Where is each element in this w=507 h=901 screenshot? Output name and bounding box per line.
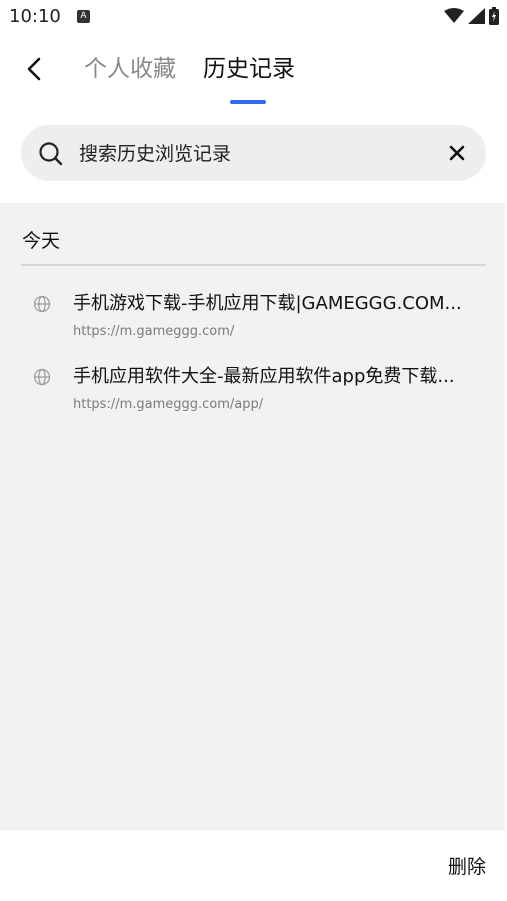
- status-icons: [444, 6, 499, 26]
- active-tab-indicator: [230, 100, 266, 104]
- status-bar: 10:10 A: [0, 0, 507, 34]
- section-divider: [21, 264, 486, 266]
- wifi-icon: [444, 8, 464, 23]
- battery-icon: [489, 7, 499, 25]
- close-icon: [449, 145, 465, 161]
- tab-history[interactable]: 历史记录: [203, 54, 295, 84]
- status-time: 10:10: [9, 6, 61, 27]
- back-arrow-icon: [27, 57, 41, 81]
- history-item[interactable]: 手机应用软件大全-最新应用软件app免费下载... https://m.game…: [0, 364, 505, 426]
- signal-icon: [468, 8, 485, 24]
- history-item-url: https://m.gameggg.com/app/: [73, 397, 264, 412]
- history-item-title: 手机应用软件大全-最新应用软件app免费下载...: [73, 366, 455, 387]
- history-item-url: https://m.gameggg.com/: [73, 324, 235, 339]
- history-list: 今天 手机游戏下载-手机应用下载|GAMEGGG.COM... https://…: [0, 203, 505, 830]
- tab-favorites[interactable]: 个人收藏: [84, 54, 176, 84]
- history-item-title: 手机游戏下载-手机应用下载|GAMEGGG.COM...: [73, 293, 462, 314]
- search-bar: [21, 125, 486, 183]
- section-title-today: 今天: [22, 230, 61, 252]
- search-icon: [39, 142, 63, 166]
- globe-icon: [33, 295, 51, 313]
- header: 个人收藏 历史记录: [0, 34, 507, 110]
- history-item[interactable]: 手机游戏下载-手机应用下载|GAMEGGG.COM... https://m.g…: [0, 291, 505, 353]
- delete-button[interactable]: 删除: [448, 852, 486, 879]
- back-button[interactable]: [18, 52, 52, 86]
- bottom-bar: 删除: [0, 830, 507, 901]
- search-input[interactable]: [77, 125, 431, 183]
- globe-icon: [33, 368, 51, 386]
- clear-search-button[interactable]: [446, 142, 468, 164]
- notification-a-icon: A: [77, 10, 90, 23]
